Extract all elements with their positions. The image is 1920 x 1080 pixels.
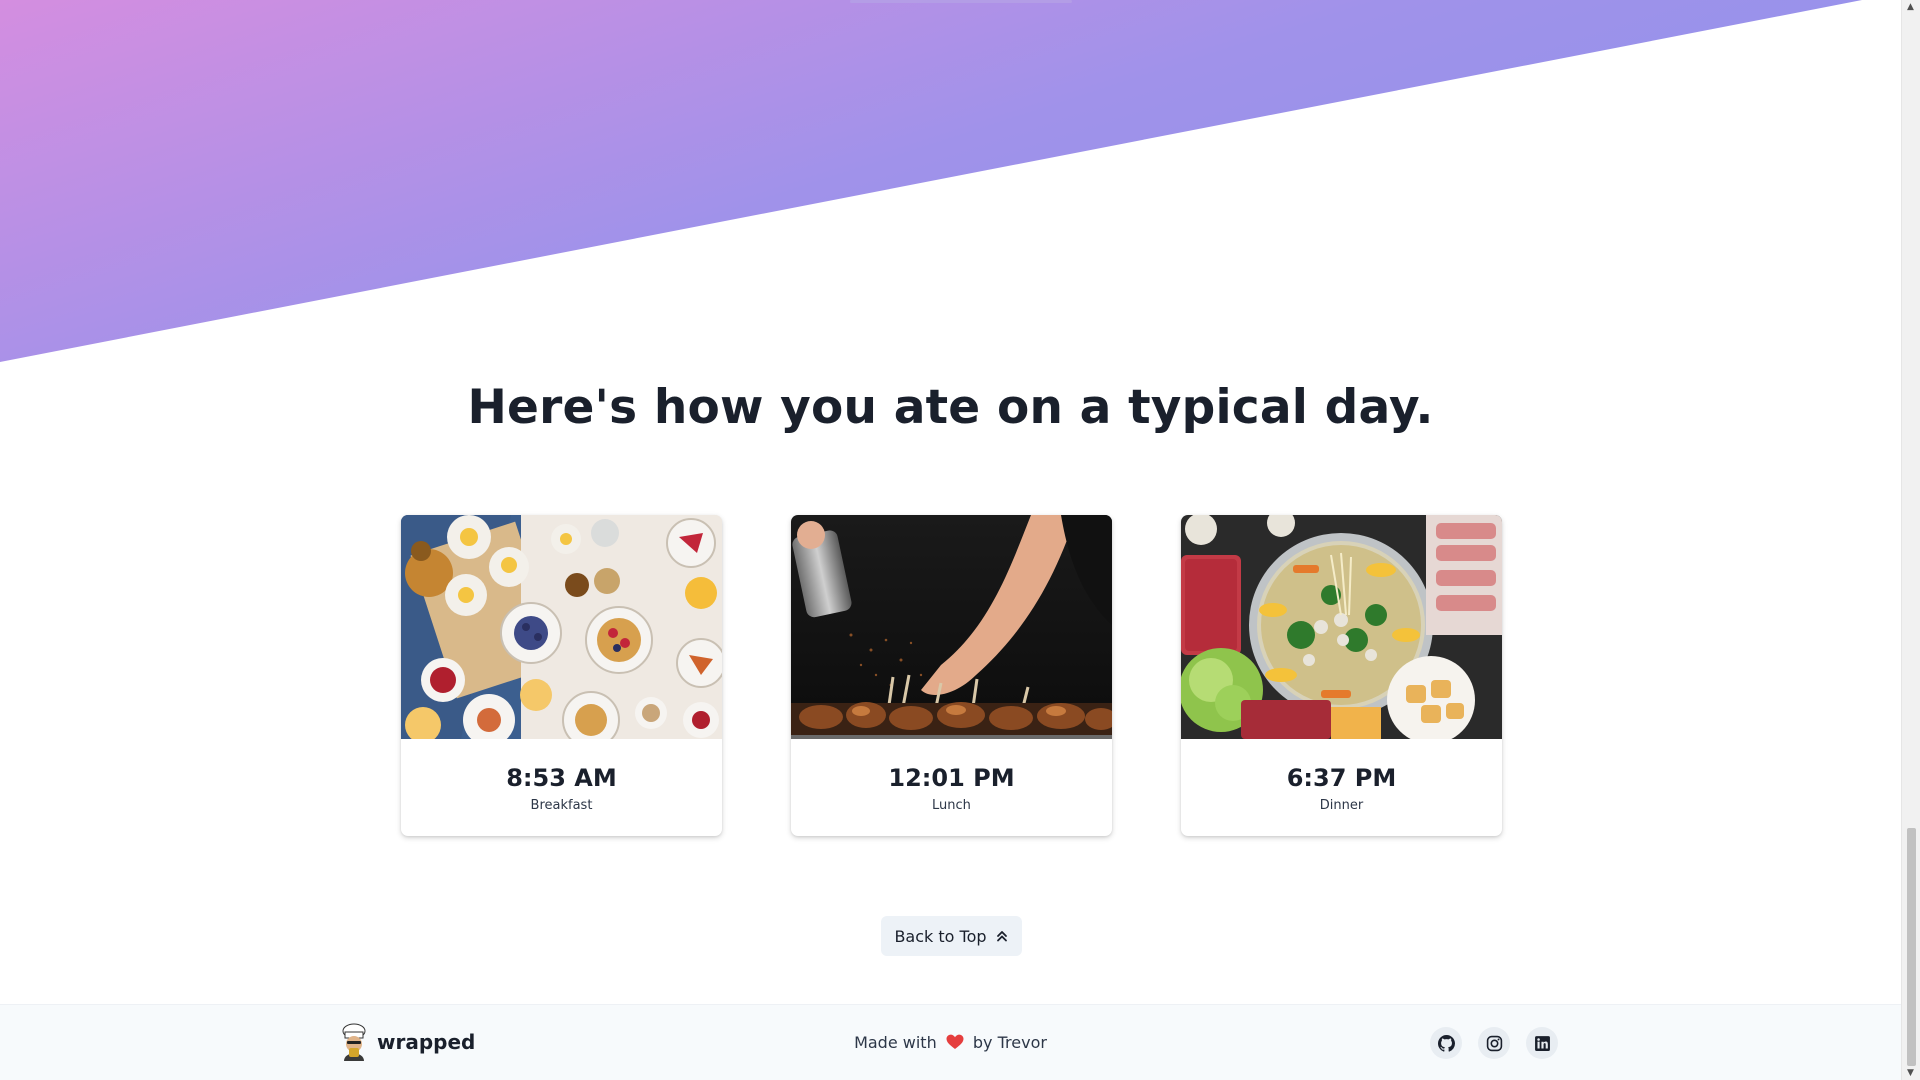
site-footer: wrapped Made with by Trevor	[0, 1004, 1901, 1080]
meal-time: 12:01 PM	[888, 764, 1015, 792]
hero-gradient-banner	[0, 0, 1862, 362]
heart-icon	[946, 1034, 964, 1049]
meal-cards: 8:53 AM Breakfast 12:01 PM Lunch 6:37 PM…	[401, 515, 1502, 837]
meal-label: Dinner	[1319, 798, 1364, 813]
back-to-top-button[interactable]: Back to Top	[881, 916, 1022, 956]
github-icon	[1437, 1034, 1455, 1052]
linkedin-icon	[1534, 1035, 1550, 1051]
chevrons-up-icon	[996, 931, 1007, 942]
social-links	[1430, 1027, 1558, 1059]
back-to-top-label: Back to Top	[894, 926, 987, 946]
instagram-icon	[1486, 1035, 1502, 1051]
made-with-prefix: Made with	[854, 1033, 937, 1052]
linkedin-link[interactable]	[1526, 1027, 1558, 1059]
page-scrollbar[interactable]: ▲ ▼	[1901, 0, 1920, 1080]
meal-label: Lunch	[932, 798, 971, 813]
grilled-skewers-photo	[791, 515, 1112, 739]
meal-card-dinner: 6:37 PM Dinner	[1181, 515, 1502, 836]
hot-pot-photo	[1181, 515, 1502, 739]
github-link[interactable]	[1430, 1027, 1462, 1059]
scroll-down-arrow-icon[interactable]: ▼	[1907, 1068, 1914, 1078]
made-with-credit: Made with by Trevor	[0, 1033, 1901, 1052]
scroll-up-arrow-icon[interactable]: ▲	[1907, 2, 1914, 12]
meal-time: 6:37 PM	[1286, 764, 1397, 792]
meal-card-breakfast: 8:53 AM Breakfast	[401, 515, 722, 836]
made-with-suffix: by Trevor	[972, 1033, 1047, 1052]
breakfast-table-photo	[401, 515, 722, 739]
meal-card-lunch: 12:01 PM Lunch	[791, 515, 1112, 836]
meal-label: Breakfast	[530, 798, 593, 813]
scrollbar-thumb[interactable]	[1907, 828, 1916, 1066]
page-viewport: Here's how you ate on a typical day. 8:5…	[0, 0, 1901, 1080]
meal-time: 8:53 AM	[506, 764, 617, 792]
section-title: Here's how you ate on a typical day.	[467, 380, 1434, 435]
instagram-link[interactable]	[1478, 1027, 1510, 1059]
